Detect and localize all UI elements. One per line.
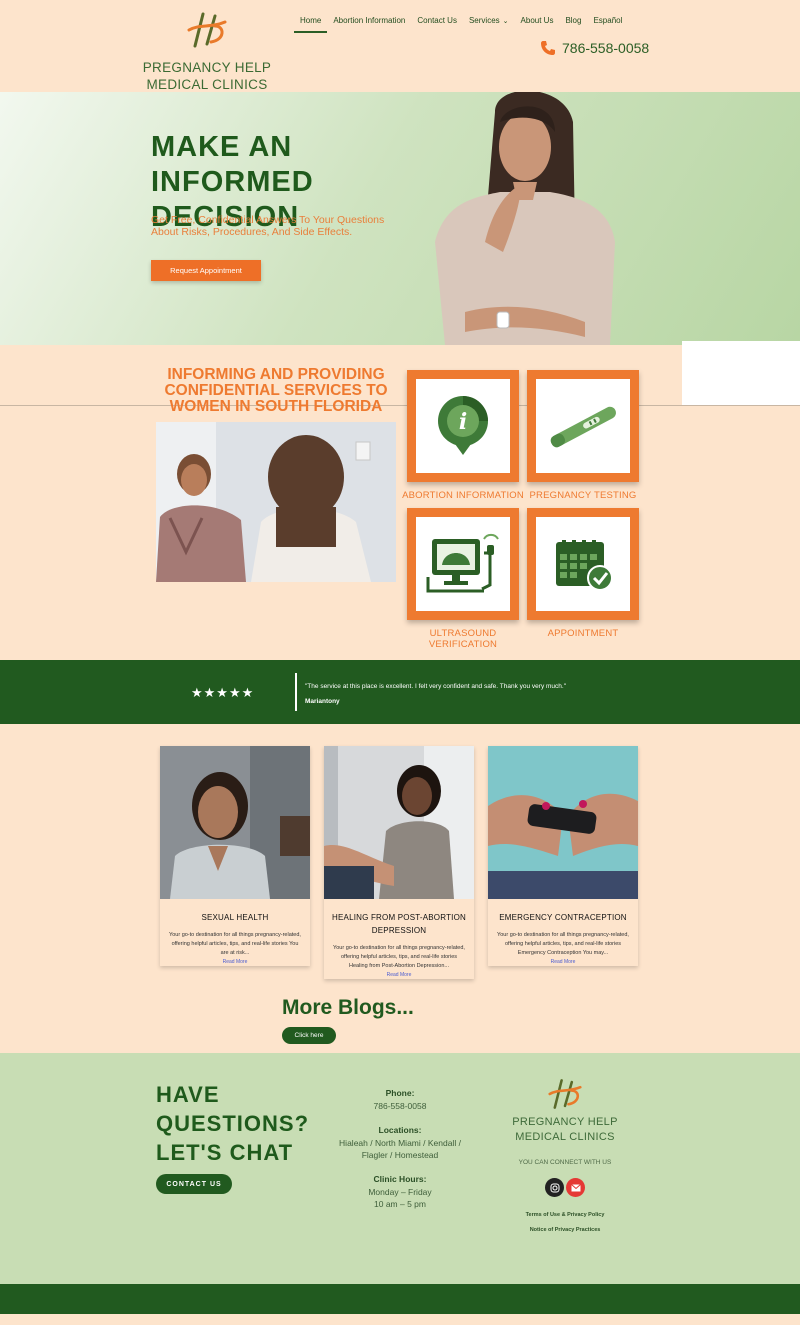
testimonial-quote: "The service at this place is excellent.… xyxy=(305,683,567,690)
phone-icon xyxy=(541,41,555,55)
services-title: INFORMING AND PROVIDING CONFIDENTIAL SER… xyxy=(164,366,388,415)
footer-brand-line2: MEDICAL CLINICS xyxy=(515,1131,615,1143)
ultrasound-machine-icon xyxy=(426,533,499,593)
locations-label: Locations: xyxy=(378,1125,422,1135)
chevron-down-icon: ⌄ xyxy=(502,18,509,25)
blog-title[interactable]: SEXUAL HEALTH xyxy=(160,911,310,924)
request-appointment-button[interactable]: Request Appointment xyxy=(151,260,261,281)
tile-appointment[interactable] xyxy=(527,508,639,620)
rating-stars-icon: ★★★★★ xyxy=(191,685,255,700)
questions-line2: QUESTIONS? xyxy=(156,1111,310,1136)
tile-label-pregnancy-testing[interactable]: PREGNANCY TESTING xyxy=(518,490,648,501)
email-icon[interactable] xyxy=(566,1178,585,1197)
svg-text:i: i xyxy=(459,409,467,435)
brand-name-line1: PREGNANCY HELP xyxy=(142,60,272,75)
blog-card-post-abortion-depression[interactable]: HEALING FROM POST-ABORTION DEPRESSION Yo… xyxy=(324,746,474,979)
nav-about-us[interactable]: About Us xyxy=(515,14,560,33)
locations-line1: Hialeah / North Miami / Kendall / xyxy=(339,1138,461,1148)
hero-subtitle: Get Free, Confidential Answers To Your Q… xyxy=(151,214,385,238)
tile-inner xyxy=(416,517,510,611)
tile-pregnancy-testing[interactable] xyxy=(527,370,639,482)
blog-excerpt: Your go-to destination for all things pr… xyxy=(497,932,629,956)
read-more-link[interactable]: Read More xyxy=(160,959,310,965)
blog-title[interactable]: EMERGENCY CONTRACEPTION xyxy=(488,911,638,924)
read-more-link[interactable]: Read More xyxy=(324,972,474,978)
nav-blog[interactable]: Blog xyxy=(559,14,587,33)
blog-photo-sexual-health xyxy=(160,746,310,899)
tile-abortion-information[interactable]: i xyxy=(407,370,519,482)
site-footer: HAVE QUESTIONS? LET'S CHAT CONTACT US Ph… xyxy=(0,1053,800,1284)
white-overlay-block xyxy=(682,341,800,405)
terms-privacy-link[interactable]: Terms of Use & Privacy Policy xyxy=(505,1212,625,1218)
tile-inner xyxy=(536,517,630,611)
footer-brand-logo[interactable]: PREGNANCY HELP MEDICAL CLINICS xyxy=(510,1077,620,1145)
privacy-practices-link[interactable]: Notice of Privacy Practices xyxy=(505,1227,625,1233)
contact-info: Phone: 786-558-0058 Locations: Hialeah /… xyxy=(320,1087,480,1222)
nav-services-label: Services xyxy=(468,16,500,25)
questions-line1: HAVE xyxy=(156,1082,220,1107)
testimonial-band: ★★★★★ "The service at this place is exce… xyxy=(0,660,800,724)
quote-divider xyxy=(295,673,297,711)
header-phone[interactable]: 786-558-0058 xyxy=(540,40,649,56)
footer-phone[interactable]: 786-558-0058 xyxy=(320,1100,480,1112)
phone-label: Phone: xyxy=(385,1088,415,1098)
nav-espanol[interactable]: Español xyxy=(587,14,628,33)
brand-logo[interactable]: PREGNANCY HELP MEDICAL CLINICS xyxy=(142,10,272,93)
blog-photo-post-abortion-depression xyxy=(324,746,474,899)
tile-label-appointment[interactable]: APPOINTMENT xyxy=(518,628,648,639)
blog-excerpt: Your go-to destination for all things pr… xyxy=(169,932,301,956)
info-pin-icon: i xyxy=(438,396,488,455)
blog-card-emergency-contraception[interactable]: EMERGENCY CONTRACEPTION Your go-to desti… xyxy=(488,746,638,966)
footer-brand-line1: PREGNANCY HELP xyxy=(512,1116,618,1128)
instagram-icon[interactable] xyxy=(545,1178,564,1197)
tile-label-abortion-information[interactable]: ABORTION INFORMATION xyxy=(398,490,528,501)
section-divider xyxy=(0,405,800,406)
nav-services[interactable]: Services ⌄ xyxy=(463,14,515,33)
connect-label: YOU CAN CONNECT WITH US xyxy=(518,1159,612,1166)
read-more-link[interactable]: Read More xyxy=(488,959,638,965)
footer-bottom-band xyxy=(0,1284,800,1314)
nav-contact-us[interactable]: Contact Us xyxy=(411,14,463,33)
calendar-check-icon xyxy=(556,540,613,591)
tile-inner xyxy=(536,379,630,473)
tile-inner: i xyxy=(416,379,510,473)
contact-us-button[interactable]: CONTACT US xyxy=(156,1174,232,1194)
blog-title[interactable]: HEALING FROM POST-ABORTION DEPRESSION xyxy=(324,911,474,937)
blog-excerpt: Your go-to destination for all things pr… xyxy=(333,945,465,969)
hours-time: 10 am – 5 pm xyxy=(374,1199,426,1209)
blog-card-sexual-health[interactable]: SEXUAL HEALTH Your go-to destination for… xyxy=(160,746,310,966)
more-blogs-heading: More Blogs... xyxy=(282,996,414,1019)
nav-home[interactable]: Home xyxy=(294,14,328,33)
blog-photo-emergency-contraception xyxy=(488,746,638,899)
hb-logo-icon xyxy=(548,1079,582,1109)
tile-label-ultrasound-verification[interactable]: ULTRASOUND VERIFICATION xyxy=(398,628,528,650)
hours-label: Clinic Hours: xyxy=(373,1174,427,1184)
nav-abortion-information[interactable]: Abortion Information xyxy=(327,14,411,33)
questions-heading: HAVE QUESTIONS? LET'S CHAT xyxy=(156,1080,309,1167)
site-header: PREGNANCY HELP MEDICAL CLINICS Home Abor… xyxy=(0,0,800,92)
pregnancy-test-icon xyxy=(550,406,616,448)
more-blogs-button[interactable]: Click here xyxy=(282,1027,336,1044)
locations-line2: Flagler / Homestead xyxy=(361,1150,439,1160)
questions-line3: LET'S CHAT xyxy=(156,1140,294,1165)
hours-days: Monday – Friday xyxy=(368,1187,432,1197)
main-nav: Home Abortion Information Contact Us Ser… xyxy=(294,14,628,33)
header-phone-number: 786-558-0058 xyxy=(562,40,650,56)
consultation-photo xyxy=(156,422,396,582)
hb-logo-icon xyxy=(187,12,227,48)
testimonial-author: Mariantony xyxy=(305,698,340,705)
brand-name-line2: MEDICAL CLINICS xyxy=(146,77,268,92)
tile-ultrasound-verification[interactable] xyxy=(407,508,519,620)
hero-woman-photo xyxy=(435,92,615,345)
hero-section: MAKE AN INFORMED DECISION Get Free, Conf… xyxy=(0,92,800,345)
